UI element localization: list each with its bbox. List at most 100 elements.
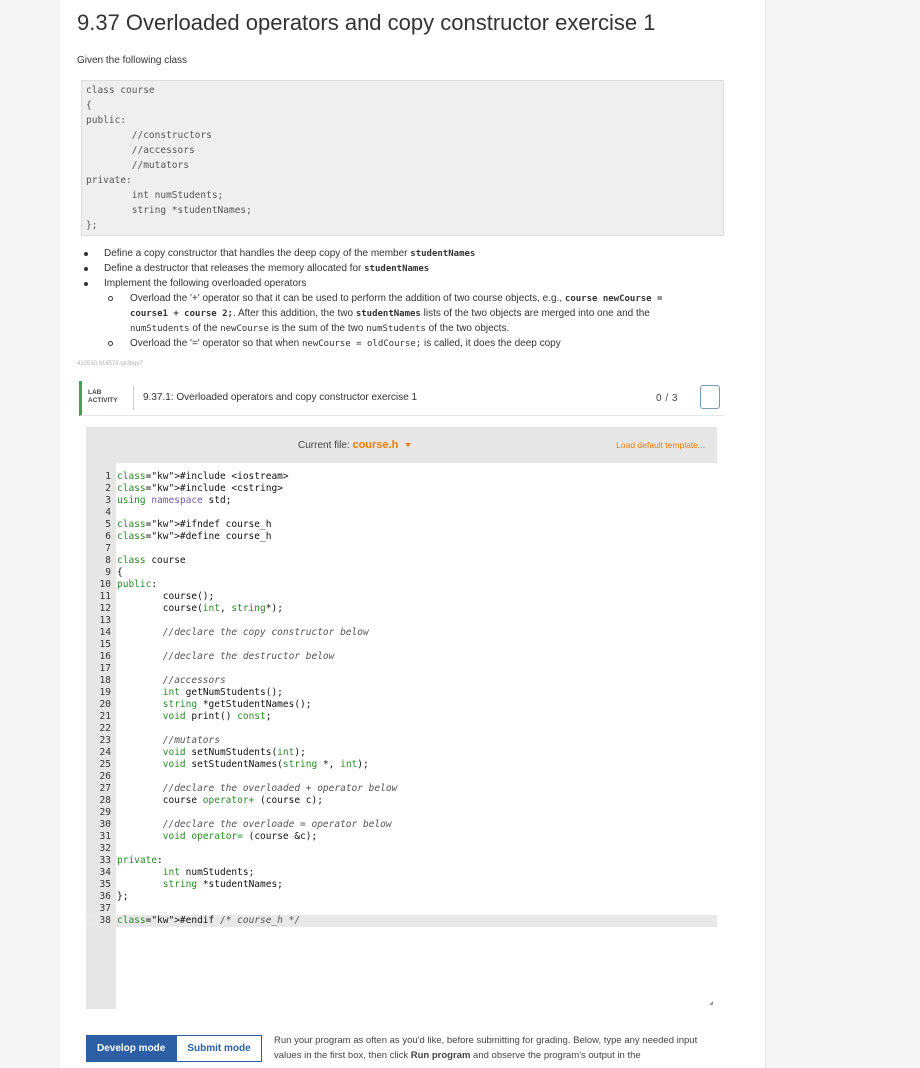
- run-text: and observe the program's output in the: [470, 1050, 641, 1061]
- code-line[interactable]: 23 //mutators: [86, 735, 717, 747]
- code-line[interactable]: 14 //declare the copy constructor below: [86, 627, 717, 639]
- code-line[interactable]: 33 private:: [86, 855, 717, 867]
- line-number: 24: [99, 747, 111, 758]
- code-text[interactable]: public:: [117, 579, 157, 591]
- line-number: 3: [105, 495, 111, 506]
- line-number: 6: [105, 531, 111, 542]
- bullet-item: Define a destructor that releases the me…: [84, 261, 429, 277]
- bullet-text: is called, it does the deep copy: [421, 338, 561, 349]
- line-number: 23: [99, 735, 111, 746]
- current-file-name[interactable]: course.h: [352, 439, 398, 451]
- code-text[interactable]: {: [117, 567, 123, 579]
- code-line[interactable]: 20 string *getStudentNames();: [86, 699, 717, 711]
- inline-code: newCourse: [220, 324, 269, 334]
- code-text[interactable]: int numStudents;: [117, 867, 255, 879]
- code-line[interactable]: 36};: [86, 891, 717, 903]
- code-line[interactable]: 4: [86, 507, 717, 519]
- snippet-line: class course: [86, 85, 155, 96]
- code-text[interactable]: class="kw">#include <iostream>: [117, 471, 289, 483]
- code-line[interactable]: 32: [86, 843, 717, 855]
- code-line[interactable]: 9{: [86, 567, 717, 579]
- code-line[interactable]: 17: [86, 663, 717, 675]
- sub-bullet-cont: numStudents of the newCourse is the sum …: [130, 321, 509, 337]
- code-line[interactable]: 24 void setNumStudents(int);: [86, 747, 717, 759]
- line-number: 17: [99, 663, 111, 674]
- code-text[interactable]: class="kw">#include <cstring>: [117, 483, 283, 495]
- code-line[interactable]: 21 void print() const;: [86, 711, 717, 723]
- code-text[interactable]: string *getStudentNames();: [117, 699, 312, 711]
- code-text[interactable]: class course: [117, 555, 186, 567]
- code-line[interactable]: 26: [86, 771, 717, 783]
- code-line[interactable]: 19 int getNumStudents();: [86, 687, 717, 699]
- code-text[interactable]: class="kw">#ifndef course_h: [117, 519, 271, 531]
- code-text[interactable]: //declare the destructor below: [117, 651, 335, 663]
- code-text[interactable]: //mutators: [117, 735, 220, 747]
- mode-toggle: Develop mode Submit mode: [86, 1035, 262, 1062]
- code-line[interactable]: 34 int numStudents;: [86, 867, 717, 879]
- code-line[interactable]: 7: [86, 543, 717, 555]
- code-text[interactable]: void setStudentNames(string *, int);: [117, 759, 369, 771]
- code-line[interactable]: 5 class="kw">#ifndef course_h: [86, 519, 717, 531]
- lab-title: 9.37.1: Overloaded operators and copy co…: [143, 392, 418, 403]
- code-editor[interactable]: 1 class="kw">#include <iostream> 2 class="k…: [86, 463, 717, 1009]
- code-line[interactable]: 8 class course: [86, 555, 717, 567]
- snippet-line: int numStudents;: [86, 190, 224, 201]
- code-line[interactable]: 27 //declare the overloaded + operator b…: [86, 783, 717, 795]
- code-text[interactable]: };: [117, 891, 128, 903]
- lab-activity-header: LAB ACTIVITY 9.37.1: Overloaded operator…: [79, 381, 724, 416]
- inline-code: course1 + course 2;: [130, 309, 233, 319]
- code-text[interactable]: class="kw">#define course_h: [117, 531, 271, 543]
- code-line[interactable]: 1 class="kw">#include <iostream>: [86, 471, 717, 483]
- code-line[interactable]: 18 //accessors: [86, 675, 717, 687]
- resize-handle-icon[interactable]: [709, 1001, 713, 1005]
- code-line[interactable]: 31 void operator= (course &c);: [86, 831, 717, 843]
- code-line[interactable]: 12 course(int, string*);: [86, 603, 717, 615]
- inline-code: course newCourse =: [564, 294, 663, 304]
- line-number: 34: [99, 867, 111, 878]
- code-text[interactable]: course();: [117, 591, 214, 603]
- code-text[interactable]: void print() const;: [117, 711, 272, 723]
- chevron-down-icon[interactable]: [405, 443, 412, 448]
- code-text[interactable]: course(int, string*);: [117, 603, 283, 615]
- code-text[interactable]: void operator= (course &c);: [117, 831, 317, 843]
- code-line[interactable]: 13: [86, 615, 717, 627]
- code-text[interactable]: course operator+ (course c);: [117, 795, 323, 807]
- bullet-dot: [84, 267, 88, 271]
- develop-mode-button[interactable]: Develop mode: [86, 1035, 177, 1062]
- code-line[interactable]: 38 class="kw">#endif /* course_h */: [86, 915, 717, 927]
- submit-mode-button[interactable]: Submit mode: [176, 1035, 262, 1062]
- line-number: 5: [105, 519, 111, 530]
- code-text[interactable]: //declare the copy constructor below: [117, 627, 369, 639]
- code-line[interactable]: 11 course();: [86, 591, 717, 603]
- line-number: 1: [105, 471, 111, 482]
- code-line[interactable]: 25 void setStudentNames(string *, int);: [86, 759, 717, 771]
- code-line[interactable]: 15: [86, 639, 717, 651]
- code-text[interactable]: string *studentNames;: [117, 879, 283, 891]
- code-text[interactable]: //declare the overloaded + operator belo…: [117, 783, 398, 795]
- load-default-template-link[interactable]: Load default template...: [616, 440, 705, 450]
- code-text[interactable]: using namespace std;: [117, 495, 231, 507]
- code-line[interactable]: 16 //declare the destructor below: [86, 651, 717, 663]
- code-text[interactable]: int getNumStudents();: [117, 687, 283, 699]
- code-line[interactable]: 29: [86, 807, 717, 819]
- code-line[interactable]: 22: [86, 723, 717, 735]
- snippet-line: };: [86, 220, 98, 231]
- code-line[interactable]: 35 string *studentNames;: [86, 879, 717, 891]
- page-title: 9.37 Overloaded operators and copy const…: [77, 10, 656, 35]
- line-number: 32: [99, 843, 111, 854]
- code-text[interactable]: //accessors: [117, 675, 226, 687]
- line-number: 9: [105, 567, 111, 578]
- code-text[interactable]: void setNumStudents(int);: [117, 747, 306, 759]
- code-line[interactable]: 10 public:: [86, 579, 717, 591]
- code-line[interactable]: 37: [86, 903, 717, 915]
- code-line[interactable]: 28 course operator+ (course c);: [86, 795, 717, 807]
- bullet-text: Overload the '=' operator so that when: [130, 338, 302, 349]
- code-text[interactable]: //declare the overloade = operator below: [117, 819, 392, 831]
- code-line[interactable]: 2 class="kw">#include <cstring>: [86, 483, 717, 495]
- code-text[interactable]: private:: [117, 855, 163, 867]
- code-line[interactable]: 6 class="kw">#define course_h: [86, 531, 717, 543]
- code-line[interactable]: 30 //declare the overloade = operator be…: [86, 819, 717, 831]
- code-line[interactable]: 3 using namespace std;: [86, 495, 717, 507]
- current-file-selector[interactable]: Current file: course.h: [298, 439, 412, 451]
- code-text[interactable]: class="kw">#endif /* course_h */: [117, 915, 300, 927]
